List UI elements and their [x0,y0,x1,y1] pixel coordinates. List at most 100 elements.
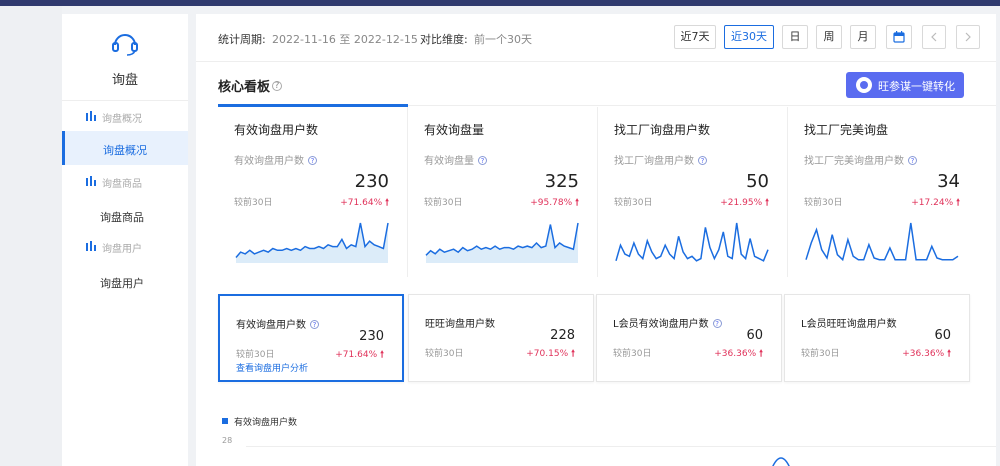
sidebar: 询盘 询盘概况 询盘概况 询盘商品 询盘商品 询盘用户 询盘用户 [62,14,188,466]
metric-compare: 较前30日 [424,198,463,208]
range-7d-button[interactable]: 近7天 [674,25,716,49]
metric-value: 34 [937,171,960,192]
period-value: 2022-11-16 至 2022-12-15 [272,33,418,46]
sidebar-item-users[interactable]: 询盘用户 [62,264,188,298]
sidebar-item-products[interactable]: 询盘商品 [62,198,188,232]
metric-subtitle: 有效询盘量? [424,152,487,167]
sidebar-item-label: 询盘商品 [100,211,144,224]
arrow-up-icon: 🠕 [765,198,769,208]
compare-value: 前一个30天 [474,33,532,46]
range-30d-button[interactable]: 近30天 [724,25,774,49]
prev-button[interactable] [922,25,946,49]
help-icon[interactable]: ? [272,81,283,91]
sparkline-area [236,223,388,263]
card-delta: +70.15% 🠕 [526,346,575,362]
headset-icon [112,34,138,56]
help-icon[interactable]: ? [698,156,707,165]
card-delta: +36.36% 🠕 [902,346,951,362]
chart-icon [86,111,96,121]
summary-card[interactable]: 有效询盘用户数? 230 较前30日 +71.64% 🠕 查看询盘用户分析 [218,294,404,382]
left-gutter [0,6,62,466]
legend-swatch [222,418,228,424]
card-value: 228 [550,328,575,343]
sidebar-group-label: 询盘用户 [102,244,142,255]
help-icon[interactable]: ? [478,156,487,165]
calendar-icon [893,31,905,43]
legend-label: 有效询盘用户数 [234,418,298,428]
metric-subtitle: 有效询盘用户数? [234,152,317,167]
metric-compare: 较前30日 [614,198,653,208]
filter-bar: 统计周期: 2022-11-16 至 2022-12-15 对比维度: 前一个3… [196,14,996,62]
sidebar-group-overview: 询盘概况 [62,102,188,130]
metric-subtitle: 找工厂完美询盘用户数? [804,152,917,167]
sidebar-logo: 询盘 [62,14,188,104]
chart-icon [86,241,96,251]
metric-card[interactable]: 有效询盘量 有效询盘量? 325 较前30日 +95.78% 🠕 [408,107,598,277]
eye-icon [856,77,872,93]
trend-line [772,457,790,466]
card-delta: +71.64% 🠕 [335,347,384,363]
sidebar-divider [62,100,188,101]
metric-card[interactable]: 找工厂完美询盘 找工厂完美询盘用户数? 34 较前30日 +17.24% 🠕 [788,107,978,277]
range-month-button[interactable]: 月 [850,25,876,49]
period-label: 统计周期: [218,33,266,46]
metric-title: 有效询盘量 [424,123,485,137]
sparkline-chart [425,222,579,263]
sidebar-title: 询盘 [111,73,138,88]
sidebar-item-label: 询盘用户 [100,277,144,290]
sparkline-area [426,223,578,263]
card-title: 有效询盘用户数? [236,316,319,331]
arrow-up-icon: 🠕 [385,198,389,208]
board-title-text: 核心看板 [218,80,271,95]
sidebar-group-products: 询盘商品 [62,167,188,195]
calendar-button[interactable] [886,25,912,49]
sidebar-item-overview[interactable]: 询盘概况 [62,131,188,165]
summary-card[interactable]: 旺旺询盘用户数 228 较前30日 +70.15% 🠕 [408,294,594,382]
main-panel: 统计周期: 2022-11-16 至 2022-12-15 对比维度: 前一个3… [196,14,996,466]
range-day-button[interactable]: 日 [782,25,808,49]
convert-button-label: 旺参谋一键转化 [878,80,955,93]
card-delta: +36.36% 🠕 [714,346,763,362]
next-button[interactable] [956,25,980,49]
card-compare: 较前30日 [236,350,275,360]
arrow-up-icon: 🠕 [571,349,575,359]
metric-compare: 较前30日 [804,198,843,208]
metric-delta: +71.64% 🠕 [340,195,389,211]
help-icon[interactable]: ? [308,156,317,165]
summary-card[interactable]: L会员有效询盘用户数? 60 较前30日 +36.36% 🠕 [596,294,782,382]
next-icon [965,32,971,42]
arrow-up-icon: 🠕 [947,349,951,359]
metric-card[interactable]: 有效询盘用户数 有效询盘用户数? 230 较前30日 +71.64% 🠕 [218,107,408,277]
user-analysis-link[interactable]: 查看询盘用户分析 [236,361,308,374]
summary-card[interactable]: L会员旺旺询盘用户数 60 较前30日 +36.36% 🠕 [784,294,970,382]
metric-title: 找工厂询盘用户数 [614,123,711,137]
sparkline-line [805,222,959,262]
metric-value: 325 [544,171,579,192]
card-title: L会员旺旺询盘用户数 [801,319,897,330]
card-compare: 较前30日 [425,349,464,359]
metric-delta: +17.24% 🠕 [911,195,960,211]
chart-gridline [246,446,996,447]
sidebar-group-label: 询盘商品 [102,179,142,190]
help-icon[interactable]: ? [310,320,319,329]
help-icon[interactable]: ? [712,319,722,328]
sparkline-chart [235,222,389,263]
y-axis-tick: 28 [222,436,233,445]
card-compare: 较前30日 [613,349,652,359]
card-compare: 较前30日 [801,349,840,359]
convert-button[interactable]: 旺参谋一键转化 [846,72,964,98]
compare-label: 对比维度: [420,33,468,46]
help-icon[interactable]: ? [908,156,917,165]
arrow-up-icon: 🠕 [956,198,960,208]
arrow-up-icon: 🠕 [759,349,763,359]
metric-value: 50 [746,171,769,192]
metric-compare: 较前30日 [234,198,273,208]
sidebar-group-users: 询盘用户 [62,232,188,260]
sidebar-item-label: 询盘概况 [103,144,147,157]
range-week-button[interactable]: 周 [816,25,842,49]
sparkline-chart [615,222,769,262]
metric-card[interactable]: 找工厂询盘用户数 找工厂询盘用户数? 50 较前30日 +21.95% 🠕 [598,107,788,277]
arrow-up-icon: 🠕 [380,350,384,360]
top-bar [0,0,1000,6]
chart-legend[interactable]: 有效询盘用户数 [222,415,297,428]
